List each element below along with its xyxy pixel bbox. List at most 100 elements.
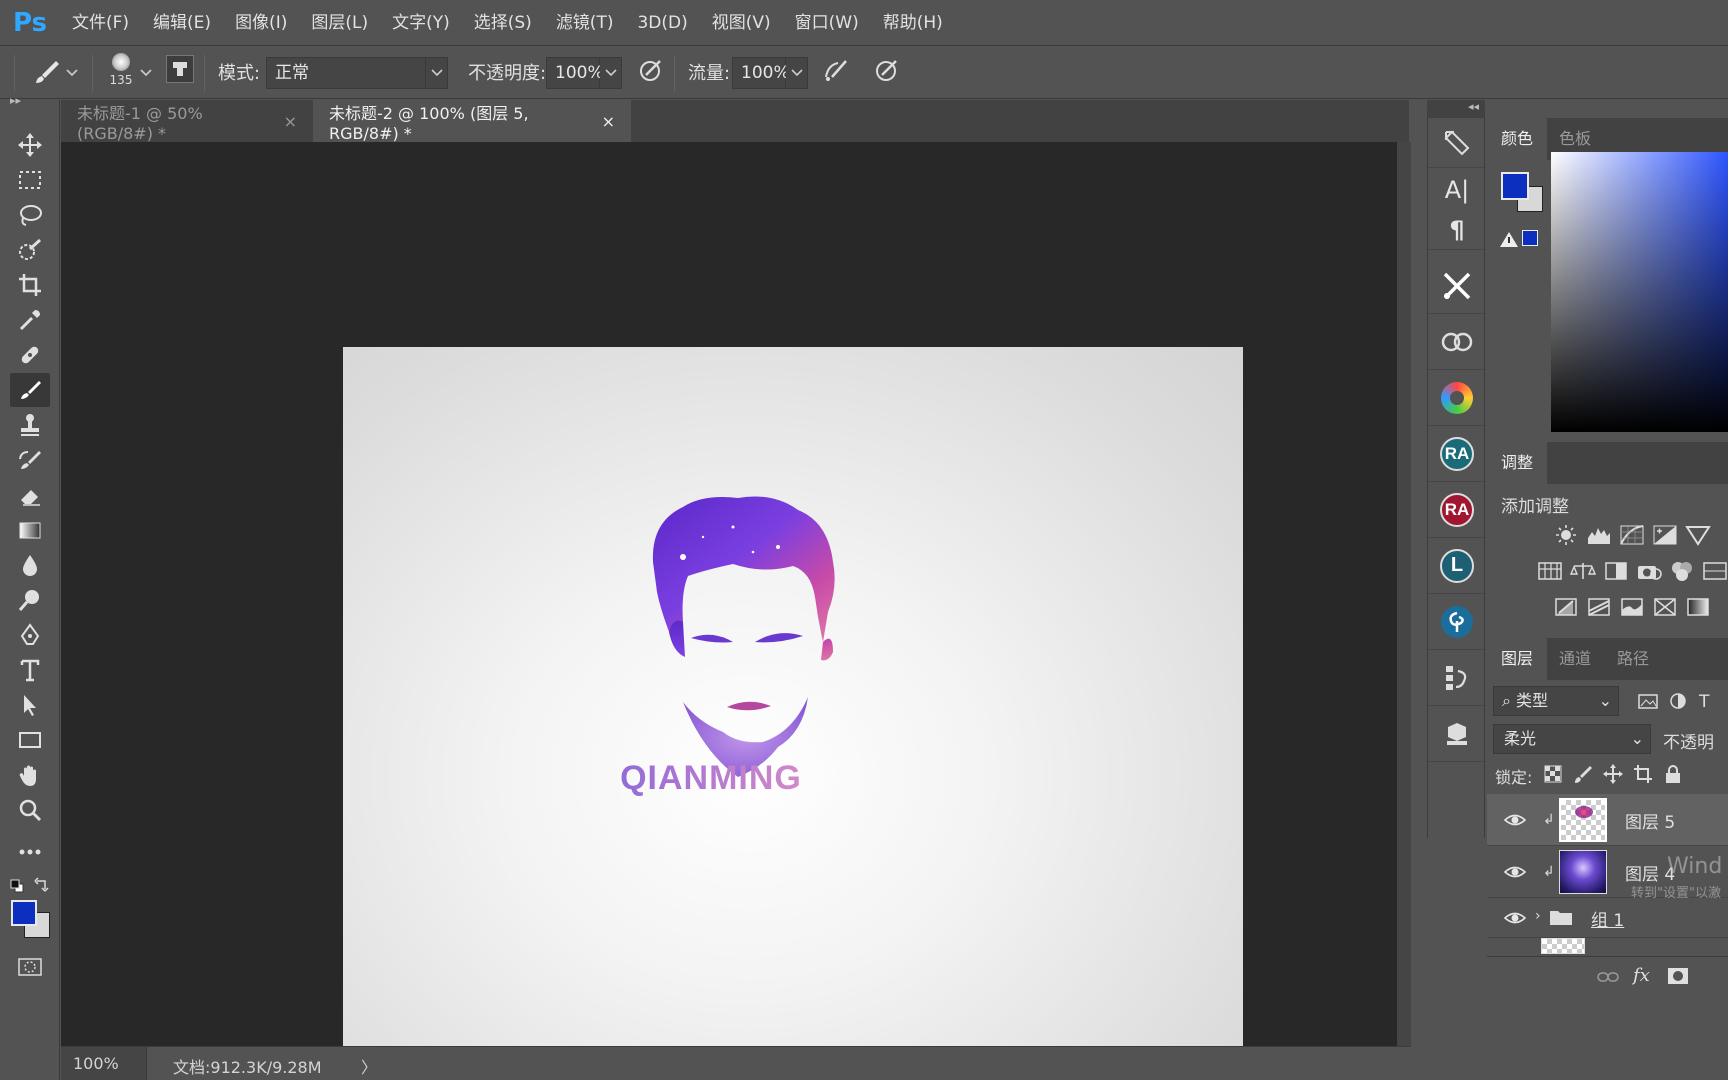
eye-icon[interactable]	[1503, 810, 1527, 830]
pressure-opacity-icon[interactable]	[636, 55, 666, 85]
tab-layers[interactable]: 图层	[1487, 638, 1548, 680]
lock-position-icon[interactable]	[1603, 764, 1623, 784]
exposure-icon[interactable]	[1652, 524, 1678, 546]
color-picker-field[interactable]	[1551, 152, 1728, 432]
hand-tool-icon[interactable]	[10, 758, 50, 792]
status-menu-arrow-icon[interactable]: 〉	[361, 1054, 377, 1078]
threshold-icon[interactable]	[1619, 596, 1645, 618]
chevron-right-icon[interactable]: ›	[1535, 908, 1541, 924]
chevron-down-icon[interactable]	[426, 57, 448, 89]
more-tools-icon[interactable]	[10, 835, 50, 869]
layer-row-partial[interactable]	[1487, 938, 1728, 954]
chevron-down-icon[interactable]	[66, 63, 78, 82]
layer-style-fx-icon[interactable]: fx	[1633, 965, 1650, 986]
canvas-workspace[interactable]: QIANMING	[61, 142, 1397, 1080]
quick-mask-icon[interactable]	[17, 956, 43, 978]
hue-saturation-icon[interactable]	[1537, 560, 1563, 582]
opacity-input[interactable]: 100%	[546, 57, 604, 89]
airbrush-icon[interactable]	[820, 55, 850, 85]
eraser-tool-icon[interactable]	[10, 478, 50, 512]
menu-image[interactable]: 图像(I)	[223, 0, 299, 46]
photo-filter-icon[interactable]	[1636, 560, 1662, 582]
menu-window[interactable]: 窗口(W)	[783, 0, 871, 46]
levels-icon[interactable]	[1586, 524, 1612, 546]
default-colors-icon[interactable]	[10, 878, 24, 893]
flow-input[interactable]: 100%	[732, 57, 790, 89]
layer-name[interactable]: 图层 5	[1625, 808, 1675, 833]
blend-mode-select[interactable]: 柔光 ⌄	[1493, 724, 1651, 754]
mode-select[interactable]: 正常	[266, 57, 426, 89]
menu-edit[interactable]: 编辑(E)	[141, 0, 223, 46]
path-selection-tool-icon[interactable]	[10, 688, 50, 722]
history-panel-icon[interactable]	[1428, 650, 1486, 706]
lock-all-icon[interactable]	[1663, 764, 1683, 784]
chevron-down-icon[interactable]	[140, 63, 152, 82]
dodge-tool-icon[interactable]	[10, 583, 50, 617]
color-wheel-icon[interactable]	[1428, 370, 1486, 426]
creative-cloud-icon[interactable]	[1428, 314, 1486, 370]
lock-transparent-icon[interactable]	[1543, 764, 1563, 784]
lock-image-pixels-icon[interactable]	[1573, 764, 1593, 784]
selective-color-icon[interactable]	[1652, 596, 1678, 618]
filter-type-layers-icon[interactable]: T	[1699, 692, 1721, 712]
invert-icon[interactable]	[1553, 596, 1579, 618]
pressure-size-icon[interactable]	[872, 55, 902, 85]
tab-document-1[interactable]: 未标题-1 @ 50%(RGB/8#) * ×	[61, 100, 313, 143]
vibrance-icon[interactable]	[1685, 524, 1711, 546]
document-canvas[interactable]: QIANMING	[343, 347, 1243, 1080]
filter-pixel-layers-icon[interactable]	[1637, 692, 1659, 710]
clone-stamp-tool-icon[interactable]	[10, 408, 50, 442]
brush-panel-toggle-icon[interactable]	[166, 55, 194, 83]
color-balance-icon[interactable]	[1569, 560, 1597, 582]
color-panel-foreground-swatch[interactable]	[1501, 172, 1529, 200]
menu-3d[interactable]: 3D(D)	[625, 0, 699, 46]
rectangle-tool-icon[interactable]	[10, 723, 50, 757]
transform-panel-icon[interactable]	[1428, 118, 1486, 168]
link-layers-icon[interactable]	[1597, 969, 1619, 985]
gradient-map-icon[interactable]	[1685, 596, 1711, 618]
chevron-down-icon[interactable]	[786, 57, 808, 89]
layer-row[interactable]: ↲ 图层 4 Wind 转到"设置"以激	[1487, 846, 1728, 901]
web-safe-color-swatch[interactable]	[1522, 230, 1538, 246]
brightness-contrast-icon[interactable]	[1553, 524, 1579, 546]
paragraph-panel-icon[interactable]: ¶	[1428, 210, 1486, 250]
close-icon[interactable]: ×	[602, 112, 615, 131]
black-white-icon[interactable]	[1603, 560, 1629, 582]
filter-adjustment-layers-icon[interactable]	[1667, 692, 1689, 710]
layer-filter-select[interactable]: ⌕ 类型 ⌄	[1493, 686, 1619, 716]
tab-channels[interactable]: 通道	[1545, 638, 1605, 680]
eye-icon[interactable]	[1503, 862, 1527, 882]
eyedropper-tool-icon[interactable]	[10, 303, 50, 337]
menu-file[interactable]: 文件(F)	[60, 0, 141, 46]
eye-icon[interactable]	[1503, 908, 1527, 928]
curves-icon[interactable]	[1619, 524, 1645, 546]
dock-collapse-icon[interactable]: ◂◂	[1427, 100, 1485, 118]
menu-filter[interactable]: 滤镜(T)	[544, 0, 626, 46]
plugin-swirl-icon[interactable]	[1428, 594, 1486, 650]
chevron-down-icon[interactable]	[600, 57, 622, 89]
collapse-arrows-icon[interactable]: ▸▸	[10, 94, 21, 107]
move-tool-icon[interactable]	[10, 128, 50, 162]
layer-group-name[interactable]: 组 1	[1591, 906, 1624, 931]
layer-group-row[interactable]: › 组 1	[1487, 898, 1728, 938]
close-icon[interactable]: ×	[284, 112, 297, 131]
crop-tool-icon[interactable]	[10, 268, 50, 302]
tab-adjustments[interactable]: 调整	[1487, 442, 1548, 484]
3d-panel-icon[interactable]	[1428, 706, 1486, 762]
menu-type[interactable]: 文字(Y)	[380, 0, 462, 46]
menu-select[interactable]: 选择(S)	[462, 0, 544, 46]
tab-color[interactable]: 颜色	[1487, 118, 1548, 160]
posterize-icon[interactable]	[1586, 596, 1612, 618]
color-lookup-icon[interactable]	[1702, 560, 1728, 582]
menu-view[interactable]: 视图(V)	[700, 0, 783, 46]
brush-size-preview[interactable]: 135	[106, 51, 136, 91]
brush-tool-preset-icon[interactable]	[30, 55, 64, 89]
swap-colors-icon[interactable]	[34, 876, 50, 892]
blur-tool-icon[interactable]	[10, 548, 50, 582]
tools-cross-icon[interactable]	[1428, 258, 1486, 314]
menu-help[interactable]: 帮助(H)	[871, 0, 955, 46]
menu-layer[interactable]: 图层(L)	[299, 0, 380, 46]
zoom-level-field[interactable]: 100%	[61, 1047, 147, 1080]
zoom-tool-icon[interactable]	[10, 793, 50, 827]
vertical-scrollbar[interactable]	[1397, 142, 1411, 1046]
